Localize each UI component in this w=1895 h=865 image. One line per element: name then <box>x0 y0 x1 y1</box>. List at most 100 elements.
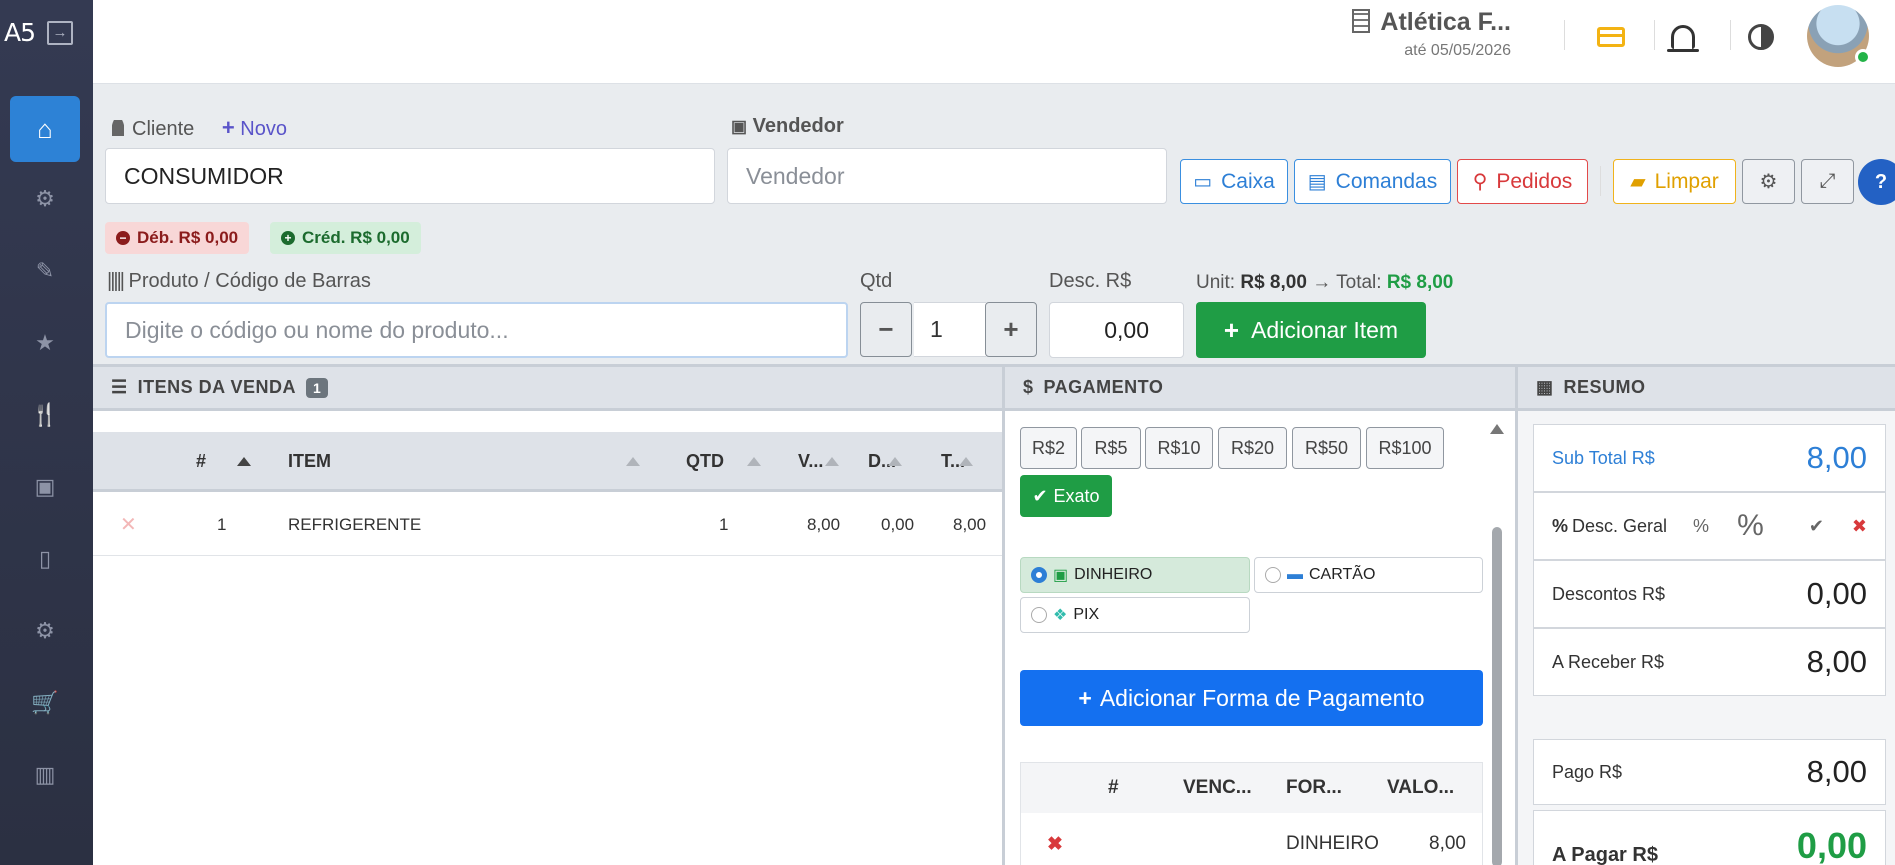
cash-icon: ▣ <box>1053 567 1069 584</box>
exato-button[interactable]: ✔ Exato <box>1020 475 1112 517</box>
adicionar-item-label: Adicionar Item <box>1251 316 1399 343</box>
company-name: Atlética F... <box>1380 8 1511 36</box>
bell-icon[interactable] <box>1666 20 1700 54</box>
payment-method-dinheiro[interactable]: ▣ DINHEIRO <box>1020 557 1250 593</box>
divider <box>1600 166 1601 196</box>
subtotal-row: Sub Total R$ 8,00 <box>1533 424 1886 492</box>
scroll-thumb[interactable] <box>1492 527 1502 865</box>
row-item: REFRIGERENTE <box>288 515 422 534</box>
caixa-button[interactable]: ▭ Caixa <box>1180 159 1288 204</box>
quick-value-button[interactable]: R$2 <box>1020 427 1077 469</box>
topbar: Atlética F... até 05/05/2026 <box>93 0 1895 84</box>
credit-card-icon[interactable] <box>1594 20 1628 54</box>
pix-icon: ❖ <box>1053 607 1068 624</box>
percent-icon: % <box>1552 515 1569 536</box>
mobile-icon[interactable]: ▯ <box>10 526 80 592</box>
brand: A5 → <box>0 0 93 65</box>
plus-icon: + <box>1078 684 1092 711</box>
unit-total-info: Unit: R$ 8,00 → Total: R$ 8,00 <box>1196 272 1453 294</box>
radio-unselected[interactable] <box>1265 567 1281 583</box>
col-vencimento[interactable]: VENC... <box>1183 777 1252 799</box>
online-status-icon <box>1855 49 1871 65</box>
desc-input[interactable]: 0,00 <box>1049 302 1184 358</box>
building-icon <box>1352 9 1371 33</box>
home-icon[interactable]: ⌂ <box>10 96 80 162</box>
row-forma: DINHEIRO <box>1286 833 1378 854</box>
col-valor[interactable]: V... <box>798 451 823 472</box>
quick-value-button[interactable]: R$100 <box>1366 427 1444 469</box>
sort-icon[interactable] <box>626 457 640 466</box>
limpar-button[interactable]: ▰ Limpar <box>1613 159 1736 204</box>
quick-value-button[interactable]: R$5 <box>1081 427 1141 469</box>
pagamento-panel: $ PAGAMENTO R$2 R$5 R$10 R$20 R$50 R$100… <box>1005 364 1515 865</box>
sort-icon[interactable] <box>825 457 839 466</box>
comandas-button[interactable]: ▤ Comandas <box>1294 159 1451 204</box>
payment-method-pix[interactable]: ❖ PIX <box>1020 597 1250 633</box>
adicionar-pagamento-button[interactable]: + Adicionar Forma de Pagamento <box>1020 670 1483 726</box>
adicionar-item-button[interactable]: + Adicionar Item <box>1196 302 1426 358</box>
radio-unselected[interactable] <box>1031 607 1047 623</box>
utensils-icon[interactable]: 🍴 <box>10 382 80 448</box>
itens-venda-panel: ☰ ITENS DA VENDA 1 # ITEM QTD V... D... … <box>93 364 1002 865</box>
remove-payment-icon[interactable]: ✖ <box>1047 833 1063 856</box>
gears-icon[interactable]: ⚙ <box>10 598 80 664</box>
chart-icon[interactable]: ▥ <box>10 742 80 808</box>
app-logo[interactable]: A5 <box>4 18 36 47</box>
qtd-decrement-button[interactable]: − <box>860 302 912 357</box>
qtd-increment-button[interactable]: + <box>985 302 1037 357</box>
cart-icon[interactable]: 🛒 <box>10 670 80 736</box>
gear-icon[interactable]: ⚙ <box>10 166 80 232</box>
divider <box>1730 20 1731 50</box>
cliente-input[interactable]: CONSUMIDOR <box>105 148 715 204</box>
vendedor-input[interactable]: Vendedor <box>727 148 1167 204</box>
fullscreen-button[interactable]: ⤢ <box>1801 159 1854 204</box>
col-num[interactable]: # <box>1108 777 1119 799</box>
quick-value-button[interactable]: R$50 <box>1292 427 1361 469</box>
company-info[interactable]: Atlética F... até 05/05/2026 <box>1352 8 1511 60</box>
debito-badge: − Déb. R$ 0,00 <box>105 222 250 254</box>
subtotal-label: Sub Total R$ <box>1552 447 1655 468</box>
settings-button[interactable]: ⚙ <box>1742 159 1795 204</box>
desc-geral-input[interactable]: % <box>1737 509 1764 543</box>
col-num[interactable]: # <box>196 451 206 472</box>
produto-input[interactable]: Digite o código ou nome do produto... <box>105 302 848 358</box>
help-button[interactable]: ? <box>1858 159 1895 205</box>
desc-geral-label: Desc. Geral <box>1572 515 1668 536</box>
quick-value-button[interactable]: R$20 <box>1218 427 1287 469</box>
sort-icon[interactable] <box>747 457 761 466</box>
novo-cliente-link[interactable]: + Novo <box>222 115 287 140</box>
sort-asc-icon[interactable] <box>237 457 251 466</box>
user-icon <box>112 120 124 136</box>
col-valor[interactable]: VALO... <box>1387 777 1454 799</box>
a-receber-label: A Receber R$ <box>1552 651 1665 672</box>
descontos-label: Descontos R$ <box>1552 583 1666 604</box>
col-item[interactable]: ITEM <box>288 451 331 472</box>
pedidos-button[interactable]: ⚲ Pedidos <box>1457 159 1588 204</box>
col-forma[interactable]: FOR... <box>1286 777 1342 799</box>
col-qtd[interactable]: QTD <box>686 451 724 472</box>
radio-selected[interactable] <box>1031 567 1047 583</box>
eraser-icon: ▰ <box>1630 171 1646 193</box>
close-icon[interactable]: ✖ <box>1852 516 1867 537</box>
motorcycle-icon: ⚲ <box>1472 171 1488 193</box>
qtd-input[interactable]: 1 <box>914 302 986 357</box>
quick-value-button[interactable]: R$10 <box>1145 427 1213 469</box>
money-icon[interactable]: ▣ <box>10 454 80 520</box>
pagamento-header: $ PAGAMENTO <box>1005 364 1515 411</box>
pencil-icon[interactable]: ✎ <box>10 238 80 304</box>
contrast-icon[interactable] <box>1744 20 1778 54</box>
avatar[interactable] <box>1807 5 1871 67</box>
scrollbar[interactable] <box>1490 424 1504 865</box>
check-icon[interactable]: ✔ <box>1809 516 1824 537</box>
toggle-sidebar-icon[interactable]: → <box>47 20 74 45</box>
payment-method-cartao[interactable]: ▬ CARTÃO <box>1254 557 1483 593</box>
remove-item-icon[interactable]: ✕ <box>120 512 137 537</box>
sort-icon[interactable] <box>959 457 973 466</box>
pago-value: 8,00 <box>1806 754 1867 789</box>
sort-icon[interactable] <box>888 457 902 466</box>
itens-venda-header: ☰ ITENS DA VENDA 1 <box>93 364 1002 411</box>
comandas-label: Comandas <box>1335 169 1438 193</box>
star-icon[interactable]: ★ <box>10 310 80 376</box>
scroll-up-icon[interactable] <box>1490 424 1504 434</box>
desc-geral-pct-toggle[interactable]: % <box>1693 516 1709 537</box>
